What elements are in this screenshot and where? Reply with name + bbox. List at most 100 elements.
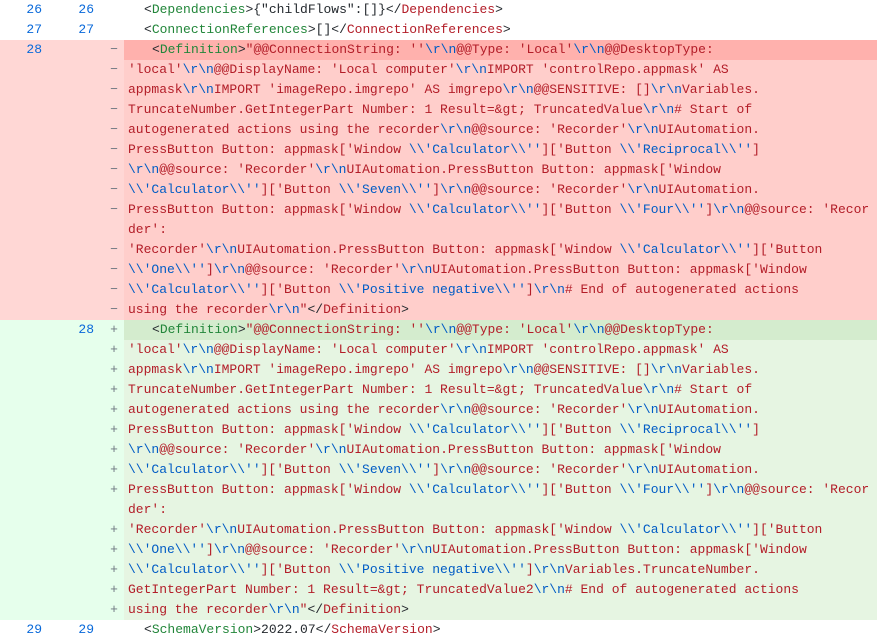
code-content[interactable]: <ConnectionReferences>[]</ConnectionRefe… <box>124 20 877 40</box>
code-content[interactable]: 'Recorder'\r\nUIAutomation.PressButton B… <box>124 240 877 260</box>
diff-marker-minus: − <box>104 300 124 320</box>
diff-line-removed[interactable]: − appmask\r\nIMPORT 'imageRepo.imgrepo' … <box>0 80 877 100</box>
diff-marker-plus: + <box>104 460 124 480</box>
code-content[interactable]: \r\n@@source: 'Recorder'\r\nUIAutomation… <box>124 440 877 460</box>
diff-marker-minus: − <box>104 40 124 60</box>
code-content[interactable]: <Definition>"@@ConnectionString: ''\r\n@… <box>124 40 877 60</box>
diff-line-added[interactable]: + PressButton Button: appmask['Window \\… <box>0 420 877 440</box>
line-number-new: 27 <box>52 20 104 40</box>
diff-line[interactable]: 27 27 <ConnectionReferences>[]</Connecti… <box>0 20 877 40</box>
diff-line-removed[interactable]: − \\'Calculator\\'']['Button \\'Positive… <box>0 280 877 300</box>
code-content[interactable]: PressButton Button: appmask['Window \\'C… <box>124 480 877 520</box>
diff-marker-plus: + <box>104 560 124 580</box>
code-content[interactable]: PressButton Button: appmask['Window \\'C… <box>124 200 877 240</box>
diff-line-added[interactable]: 28 + <Definition>"@@ConnectionString: ''… <box>0 320 877 340</box>
code-content[interactable]: 'Recorder'\r\nUIAutomation.PressButton B… <box>124 520 877 540</box>
diff-line-added[interactable]: + PressButton Button: appmask['Window \\… <box>0 480 877 520</box>
diff-marker-minus: − <box>104 140 124 160</box>
code-content[interactable]: <Dependencies>{"childFlows":[]}</Depende… <box>124 0 877 20</box>
diff-line-added[interactable]: + using the recorder\r\n"</Definition> <box>0 600 877 620</box>
diff-marker-plus: + <box>104 400 124 420</box>
diff-line-removed[interactable]: − using the recorder\r\n"</Definition> <box>0 300 877 320</box>
diff-view: 26 26 <Dependencies>{"childFlows":[]}</D… <box>0 0 877 640</box>
diff-marker <box>104 20 124 40</box>
code-content[interactable]: \\'One\\'']\r\n@@source: 'Recorder'\r\nU… <box>124 540 877 560</box>
diff-line-added[interactable]: + 'Recorder'\r\nUIAutomation.PressButton… <box>0 520 877 540</box>
diff-line-removed[interactable]: − PressButton Button: appmask['Window \\… <box>0 140 877 160</box>
diff-line-removed[interactable]: 28 − <Definition>"@@ConnectionString: ''… <box>0 40 877 60</box>
code-content[interactable]: PressButton Button: appmask['Window \\'C… <box>124 140 877 160</box>
code-content[interactable]: using the recorder\r\n"</Definition> <box>124 600 877 620</box>
diff-line-removed[interactable]: − 'local'\r\n@@DisplayName: 'Local compu… <box>0 60 877 80</box>
diff-marker-minus: − <box>104 120 124 140</box>
code-content[interactable]: GetIntegerPart Number: 1 Result=&gt; Tru… <box>124 580 877 600</box>
diff-marker-plus: + <box>104 520 124 540</box>
line-number-new: 29 <box>52 620 104 640</box>
diff-marker-plus: + <box>104 440 124 460</box>
diff-marker-minus: − <box>104 180 124 200</box>
diff-line-removed[interactable]: − TruncateNumber.GetIntegerPart Number: … <box>0 100 877 120</box>
diff-line-removed[interactable]: − PressButton Button: appmask['Window \\… <box>0 200 877 240</box>
diff-line-added[interactable]: + \\'Calculator\\'']['Button \\'Seven\\'… <box>0 460 877 480</box>
diff-line-removed[interactable]: − \\'One\\'']\r\n@@source: 'Recorder'\r\… <box>0 260 877 280</box>
diff-marker <box>104 620 124 640</box>
diff-marker-minus: − <box>104 260 124 280</box>
code-content[interactable]: autogenerated actions using the recorder… <box>124 120 877 140</box>
diff-marker-plus: + <box>104 540 124 560</box>
line-number-new <box>52 40 104 60</box>
diff-line-removed[interactable]: − 'Recorder'\r\nUIAutomation.PressButton… <box>0 240 877 260</box>
code-content[interactable]: <SchemaVersion>2022.07</SchemaVersion> <box>124 620 877 640</box>
line-number-old <box>0 320 52 340</box>
code-content[interactable]: \\'Calculator\\'']['Button \\'Positive n… <box>124 280 877 300</box>
diff-marker-minus: − <box>104 200 124 240</box>
code-content[interactable]: 'local'\r\n@@DisplayName: 'Local compute… <box>124 340 877 360</box>
code-content[interactable]: using the recorder\r\n"</Definition> <box>124 300 877 320</box>
code-content[interactable]: <Definition>"@@ConnectionString: ''\r\n@… <box>124 320 877 340</box>
diff-line-removed[interactable]: − \\'Calculator\\'']['Button \\'Seven\\'… <box>0 180 877 200</box>
diff-marker-minus: − <box>104 160 124 180</box>
diff-line[interactable]: 26 26 <Dependencies>{"childFlows":[]}</D… <box>0 0 877 20</box>
diff-marker-minus: − <box>104 80 124 100</box>
diff-marker-minus: − <box>104 60 124 80</box>
diff-line-removed[interactable]: − \r\n@@source: 'Recorder'\r\nUIAutomati… <box>0 160 877 180</box>
diff-line-added[interactable]: + TruncateNumber.GetIntegerPart Number: … <box>0 380 877 400</box>
diff-line-added[interactable]: + 'local'\r\n@@DisplayName: 'Local compu… <box>0 340 877 360</box>
diff-marker-plus: + <box>104 380 124 400</box>
code-content[interactable]: \\'Calculator\\'']['Button \\'Positive n… <box>124 560 877 580</box>
diff-marker-plus: + <box>104 480 124 520</box>
diff-marker-plus: + <box>104 340 124 360</box>
code-content[interactable]: autogenerated actions using the recorder… <box>124 400 877 420</box>
code-content[interactable]: \\'Calculator\\'']['Button \\'Seven\\'']… <box>124 180 877 200</box>
diff-marker-plus: + <box>104 420 124 440</box>
line-number-old: 29 <box>0 620 52 640</box>
diff-marker-minus: − <box>104 240 124 260</box>
diff-marker-minus: − <box>104 100 124 120</box>
line-number-new: 28 <box>52 320 104 340</box>
diff-line-added[interactable]: + \\'Calculator\\'']['Button \\'Positive… <box>0 560 877 580</box>
diff-line-added[interactable]: + appmask\r\nIMPORT 'imageRepo.imgrepo' … <box>0 360 877 380</box>
code-content[interactable]: 'local'\r\n@@DisplayName: 'Local compute… <box>124 60 877 80</box>
diff-marker-minus: − <box>104 280 124 300</box>
diff-marker-plus: + <box>104 600 124 620</box>
code-content[interactable]: appmask\r\nIMPORT 'imageRepo.imgrepo' AS… <box>124 80 877 100</box>
code-content[interactable]: PressButton Button: appmask['Window \\'C… <box>124 420 877 440</box>
diff-marker-plus: + <box>104 580 124 600</box>
diff-line-added[interactable]: + \r\n@@source: 'Recorder'\r\nUIAutomati… <box>0 440 877 460</box>
code-content[interactable]: appmask\r\nIMPORT 'imageRepo.imgrepo' AS… <box>124 360 877 380</box>
line-number-old: 27 <box>0 20 52 40</box>
line-number-old: 26 <box>0 0 52 20</box>
line-number-old: 28 <box>0 40 52 60</box>
code-content[interactable]: TruncateNumber.GetIntegerPart Number: 1 … <box>124 100 877 120</box>
diff-line[interactable]: 29 29 <SchemaVersion>2022.07</SchemaVers… <box>0 620 877 640</box>
code-content[interactable]: \\'Calculator\\'']['Button \\'Seven\\'']… <box>124 460 877 480</box>
diff-line-added[interactable]: + GetIntegerPart Number: 1 Result=&gt; T… <box>0 580 877 600</box>
diff-line-removed[interactable]: − autogenerated actions using the record… <box>0 120 877 140</box>
diff-marker-plus: + <box>104 360 124 380</box>
diff-line-added[interactable]: + \\'One\\'']\r\n@@source: 'Recorder'\r\… <box>0 540 877 560</box>
diff-marker-plus: + <box>104 320 124 340</box>
diff-line-added[interactable]: + autogenerated actions using the record… <box>0 400 877 420</box>
code-content[interactable]: \r\n@@source: 'Recorder'\r\nUIAutomation… <box>124 160 877 180</box>
code-content[interactable]: \\'One\\'']\r\n@@source: 'Recorder'\r\nU… <box>124 260 877 280</box>
line-number-new: 26 <box>52 0 104 20</box>
code-content[interactable]: TruncateNumber.GetIntegerPart Number: 1 … <box>124 380 877 400</box>
